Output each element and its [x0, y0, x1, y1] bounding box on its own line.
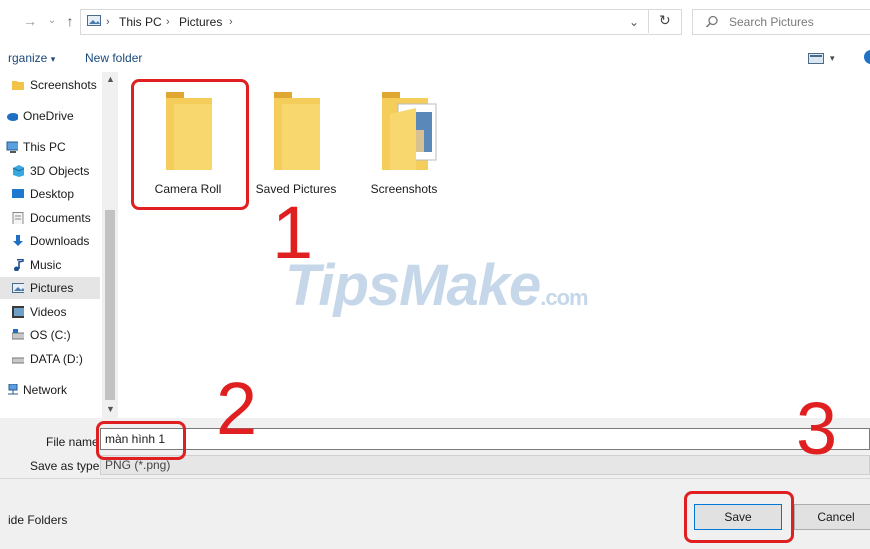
step-number-1: 1 [272, 191, 314, 274]
step-number-3: 3 [796, 387, 838, 470]
save-type-select[interactable]: PNG (*.png) [100, 455, 870, 475]
view-dropdown-icon[interactable]: ▾ [830, 50, 835, 66]
new-folder-button[interactable]: New folder [85, 50, 142, 66]
cloud-icon [7, 113, 18, 121]
up-arrow-icon[interactable]: ↑ [62, 12, 78, 30]
nav-item-data-d[interactable]: DATA (D:) [0, 348, 100, 370]
nav-item-screenshots[interactable]: Screenshots [0, 74, 100, 96]
computer-icon [6, 141, 18, 153]
nav-item-network[interactable]: Network [0, 379, 100, 401]
nav-item-this-pc[interactable]: This PC [0, 136, 100, 158]
file-name-label: File name [46, 435, 99, 449]
pictures-icon [12, 283, 24, 293]
view-options-icon[interactable] [808, 53, 824, 65]
nav-label: This PC [23, 140, 66, 154]
nav-label: Downloads [30, 234, 90, 248]
folder-icon [12, 81, 24, 90]
watermark: TipsMake.com [285, 252, 589, 319]
address-row: → ⌄ ↑ › This PC › Pictures › ⌄ ↻ Search … [0, 0, 870, 44]
refresh-button[interactable]: ↻ [648, 9, 681, 33]
nav-item-documents[interactable]: Documents [0, 207, 100, 229]
watermark-text: TipsMake [285, 253, 541, 318]
folder-with-images-icon [382, 92, 437, 170]
command-bar: rganize ▾ New folder ▾ [0, 44, 870, 73]
nav-item-pictures[interactable]: Pictures [0, 277, 100, 299]
network-icon [8, 384, 18, 395]
address-dropdown-icon[interactable]: ⌄ [629, 14, 639, 30]
pictures-icon [87, 15, 101, 26]
annotation-box-step3 [684, 491, 794, 543]
breadcrumb-chevron-icon: › [106, 16, 110, 28]
nav-label: OneDrive [23, 109, 74, 123]
save-type-label: Save as type: [30, 459, 103, 473]
navigation-pane: Screenshots OneDrive This PC 3D Objects … [0, 72, 118, 418]
forward-icon[interactable]: → [22, 12, 38, 30]
organize-button[interactable]: rganize ▾ [8, 50, 55, 66]
music-icon [14, 259, 24, 271]
folder-item-screenshots[interactable]: Screenshots [354, 86, 454, 196]
cancel-button[interactable]: Cancel [794, 504, 870, 530]
nav-label: Screenshots [30, 78, 97, 92]
scroll-up-icon[interactable]: ▲ [106, 74, 115, 84]
recent-chevron-icon[interactable]: ⌄ [44, 12, 60, 30]
drive-icon [12, 357, 24, 364]
refresh-icon: ↻ [659, 12, 671, 28]
hide-folders-label: ide Folders [8, 513, 68, 527]
organize-label: rganize [8, 51, 48, 65]
watermark-suffix: .com [540, 285, 588, 310]
nav-item-downloads[interactable]: Downloads [0, 230, 100, 252]
breadcrumb-pictures[interactable]: Pictures [179, 14, 222, 30]
nav-label: DATA (D:) [30, 352, 83, 366]
nav-label: Network [23, 383, 68, 397]
cube-icon [12, 165, 24, 177]
nav-item-desktop[interactable]: Desktop [0, 183, 100, 205]
nav-label: Desktop [30, 187, 75, 201]
breadcrumb-this-pc[interactable]: This PC [119, 14, 162, 30]
scrollbar-thumb[interactable] [105, 210, 115, 400]
nav-label: 3D Objects [30, 164, 90, 178]
folder-icon [274, 92, 320, 170]
scroll-down-icon[interactable]: ▼ [106, 404, 115, 414]
hide-folders-toggle[interactable]: ide Folders [8, 513, 67, 527]
video-icon [12, 306, 24, 318]
nav-label: OS (C:) [30, 328, 71, 342]
help-icon[interactable] [864, 50, 870, 64]
search-input[interactable]: Search Pictures [692, 9, 870, 35]
search-icon [705, 15, 718, 28]
nav-label: Music [30, 258, 62, 272]
search-placeholder: Search Pictures [729, 15, 814, 29]
folder-item-saved-pictures[interactable]: Saved Pictures [246, 86, 346, 196]
drive-icon [12, 329, 24, 340]
nav-item-3d-objects[interactable]: 3D Objects [0, 160, 100, 182]
step-number-2: 2 [216, 367, 258, 450]
nav-item-onedrive[interactable]: OneDrive [0, 105, 100, 127]
nav-item-videos[interactable]: Videos [0, 301, 100, 323]
download-icon [13, 235, 23, 246]
nav-item-music[interactable]: Music [0, 254, 100, 276]
nav-scrollbar[interactable]: ▲ ▼ [102, 72, 118, 418]
document-icon [12, 212, 24, 224]
breadcrumb-chevron-icon[interactable]: › [229, 14, 233, 30]
annotation-box-step2 [96, 421, 186, 460]
nav-label: Videos [30, 305, 67, 319]
annotation-box-step1 [131, 79, 249, 210]
nav-label: Documents [30, 211, 91, 225]
chevron-down-icon: ▾ [50, 54, 56, 64]
nav-label: Pictures [30, 281, 74, 295]
nav-item-os-c[interactable]: OS (C:) [0, 324, 100, 346]
address-bar[interactable]: › This PC › Pictures › ⌄ [80, 9, 682, 35]
folder-label: Screenshots [370, 182, 438, 196]
desktop-icon [12, 189, 24, 198]
breadcrumb-chevron-icon: › [166, 16, 170, 28]
